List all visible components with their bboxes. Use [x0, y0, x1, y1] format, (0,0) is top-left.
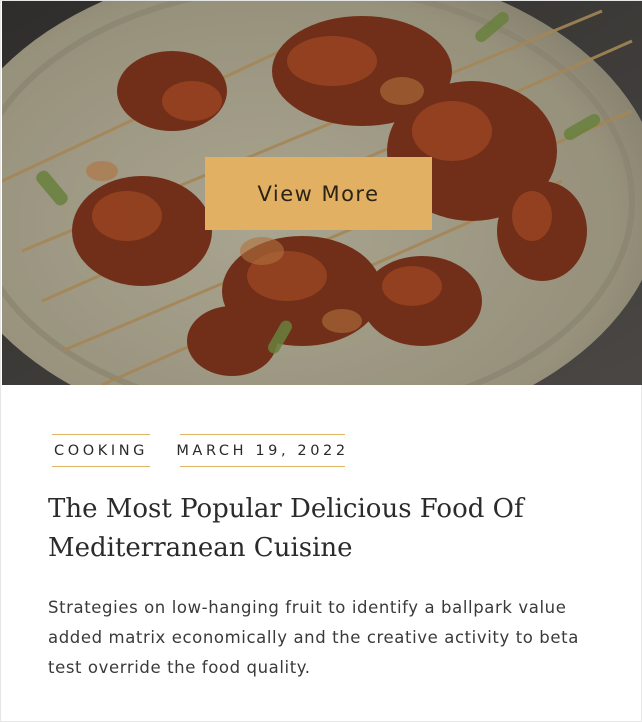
- category-link[interactable]: COOKING: [52, 434, 150, 467]
- view-more-button[interactable]: View More: [205, 157, 432, 230]
- post-title[interactable]: The Most Popular Delicious Food Of Medit…: [48, 490, 608, 568]
- post-date: MARCH 19, 2022: [176, 434, 345, 467]
- post-meta: COOKING MARCH 19, 2022: [1, 434, 642, 468]
- post-excerpt: Strategies on low-hanging fruit to ident…: [48, 598, 579, 677]
- post-image[interactable]: View More: [2, 1, 642, 385]
- blog-post-card: View More COOKING MARCH 19, 2022 The Mos…: [0, 0, 642, 722]
